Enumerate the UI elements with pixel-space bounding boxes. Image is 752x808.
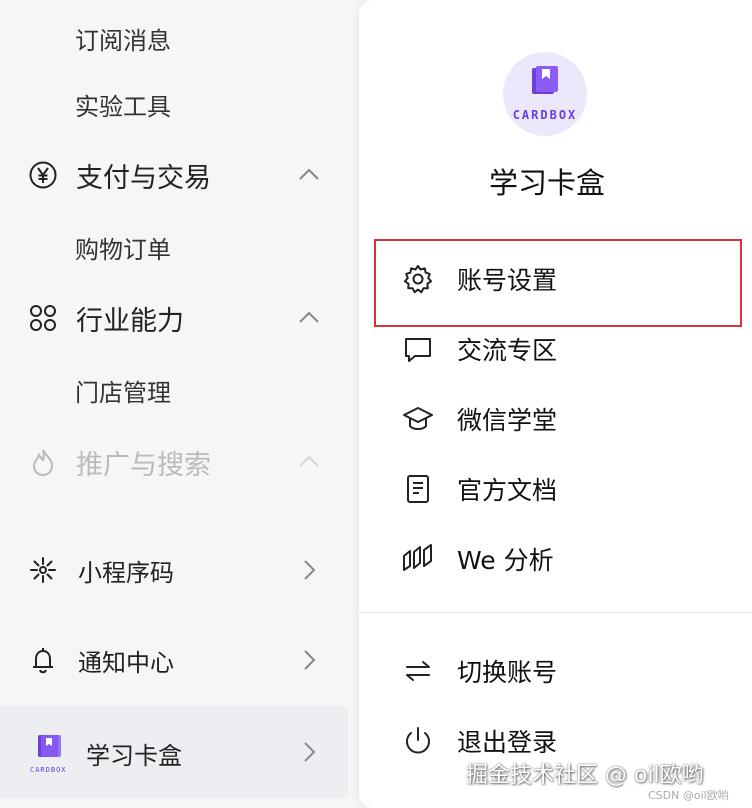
sidebar-item-label: 推广与搜索	[76, 449, 211, 481]
highlight-box	[374, 239, 742, 327]
sidebar-item-notification-center[interactable]: 通知中心	[0, 640, 348, 680]
app-logo: CARDBOX	[503, 52, 587, 136]
menu-item-label: 退出登录	[457, 728, 558, 757]
menu-item-label: We 分析	[457, 546, 554, 575]
csdn-watermark: CSDN @oil欧哟	[648, 789, 729, 802]
sidebar-item-label: 购物订单	[75, 235, 171, 264]
sidebar-item-industry[interactable]: 行业能力	[0, 298, 348, 338]
chevron-up-icon[interactable]	[298, 451, 320, 473]
menu-divider	[359, 612, 751, 613]
menu-item-we-analytics[interactable]: We 分析	[359, 529, 751, 589]
graduation-cap-icon	[403, 407, 433, 430]
sidebar-item-label: 行业能力	[76, 305, 184, 337]
chevron-up-icon[interactable]	[298, 164, 320, 186]
analytics-icon	[403, 544, 432, 571]
chevron-right-icon[interactable]	[298, 649, 320, 671]
sidebar-item-label: 门店管理	[75, 378, 171, 407]
qrcode-burst-icon	[28, 555, 58, 585]
sidebar-item-label: 支付与交易	[76, 162, 211, 194]
menu-item-label: 交流专区	[457, 336, 558, 365]
menu-item-wechat-academy[interactable]: 微信学堂	[359, 389, 751, 449]
menu-item-switch-account[interactable]: 切换账号	[359, 641, 751, 701]
yen-circle-icon	[28, 160, 58, 190]
switch-arrows-icon	[406, 661, 430, 681]
cardbox-small-text: CARDBOX	[30, 766, 67, 774]
sidebar-item-promotion[interactable]: 推广与搜索	[0, 442, 348, 482]
sidebar-item-account-active[interactable]: CARDBOX 学习卡盒	[0, 706, 348, 798]
sidebar-item-label: 小程序码	[78, 558, 174, 587]
power-icon	[406, 727, 430, 754]
cardbox-logo: CARDBOX	[30, 732, 66, 776]
app-logo-text: CARDBOX	[512, 108, 578, 122]
chevron-up-icon[interactable]	[298, 307, 320, 329]
juejin-watermark: 掘金技术社区 @ oil欧哟	[466, 763, 704, 788]
sidebar-item-label: 实验工具	[75, 92, 171, 121]
flame-icon	[28, 447, 58, 477]
document-icon	[407, 475, 429, 503]
account-dropdown-panel: CARDBOX 学习卡盒 账号设置 交流专区 微信学堂 官方文档 We 分析 切…	[359, 0, 752, 808]
app-name: 学习卡盒	[488, 166, 605, 200]
bell-icon	[28, 645, 58, 675]
menu-item-community[interactable]: 交流专区	[359, 319, 751, 379]
nodes-icon	[28, 303, 58, 333]
sidebar-item-miniprogram-code[interactable]: 小程序码	[0, 550, 348, 590]
menu-item-label: 切换账号	[457, 658, 558, 687]
chat-icon	[405, 338, 431, 362]
chevron-right-icon[interactable]	[298, 741, 320, 763]
menu-item-official-docs[interactable]: 官方文档	[359, 459, 751, 519]
menu-item-label: 微信学堂	[457, 406, 558, 435]
menu-item-label: 官方文档	[457, 476, 558, 505]
sidebar-item-label: 订阅消息	[75, 26, 171, 55]
chevron-right-icon[interactable]	[298, 559, 320, 581]
sidebar-item-payment[interactable]: 支付与交易	[0, 155, 348, 195]
sidebar-item-label: 通知中心	[78, 648, 174, 677]
sidebar-item-label: 学习卡盒	[86, 742, 182, 770]
sidebar: 订阅消息 实验工具 支付与交易 购物订单 行业能力 门店管理 推广与搜索 小程序…	[0, 0, 360, 808]
